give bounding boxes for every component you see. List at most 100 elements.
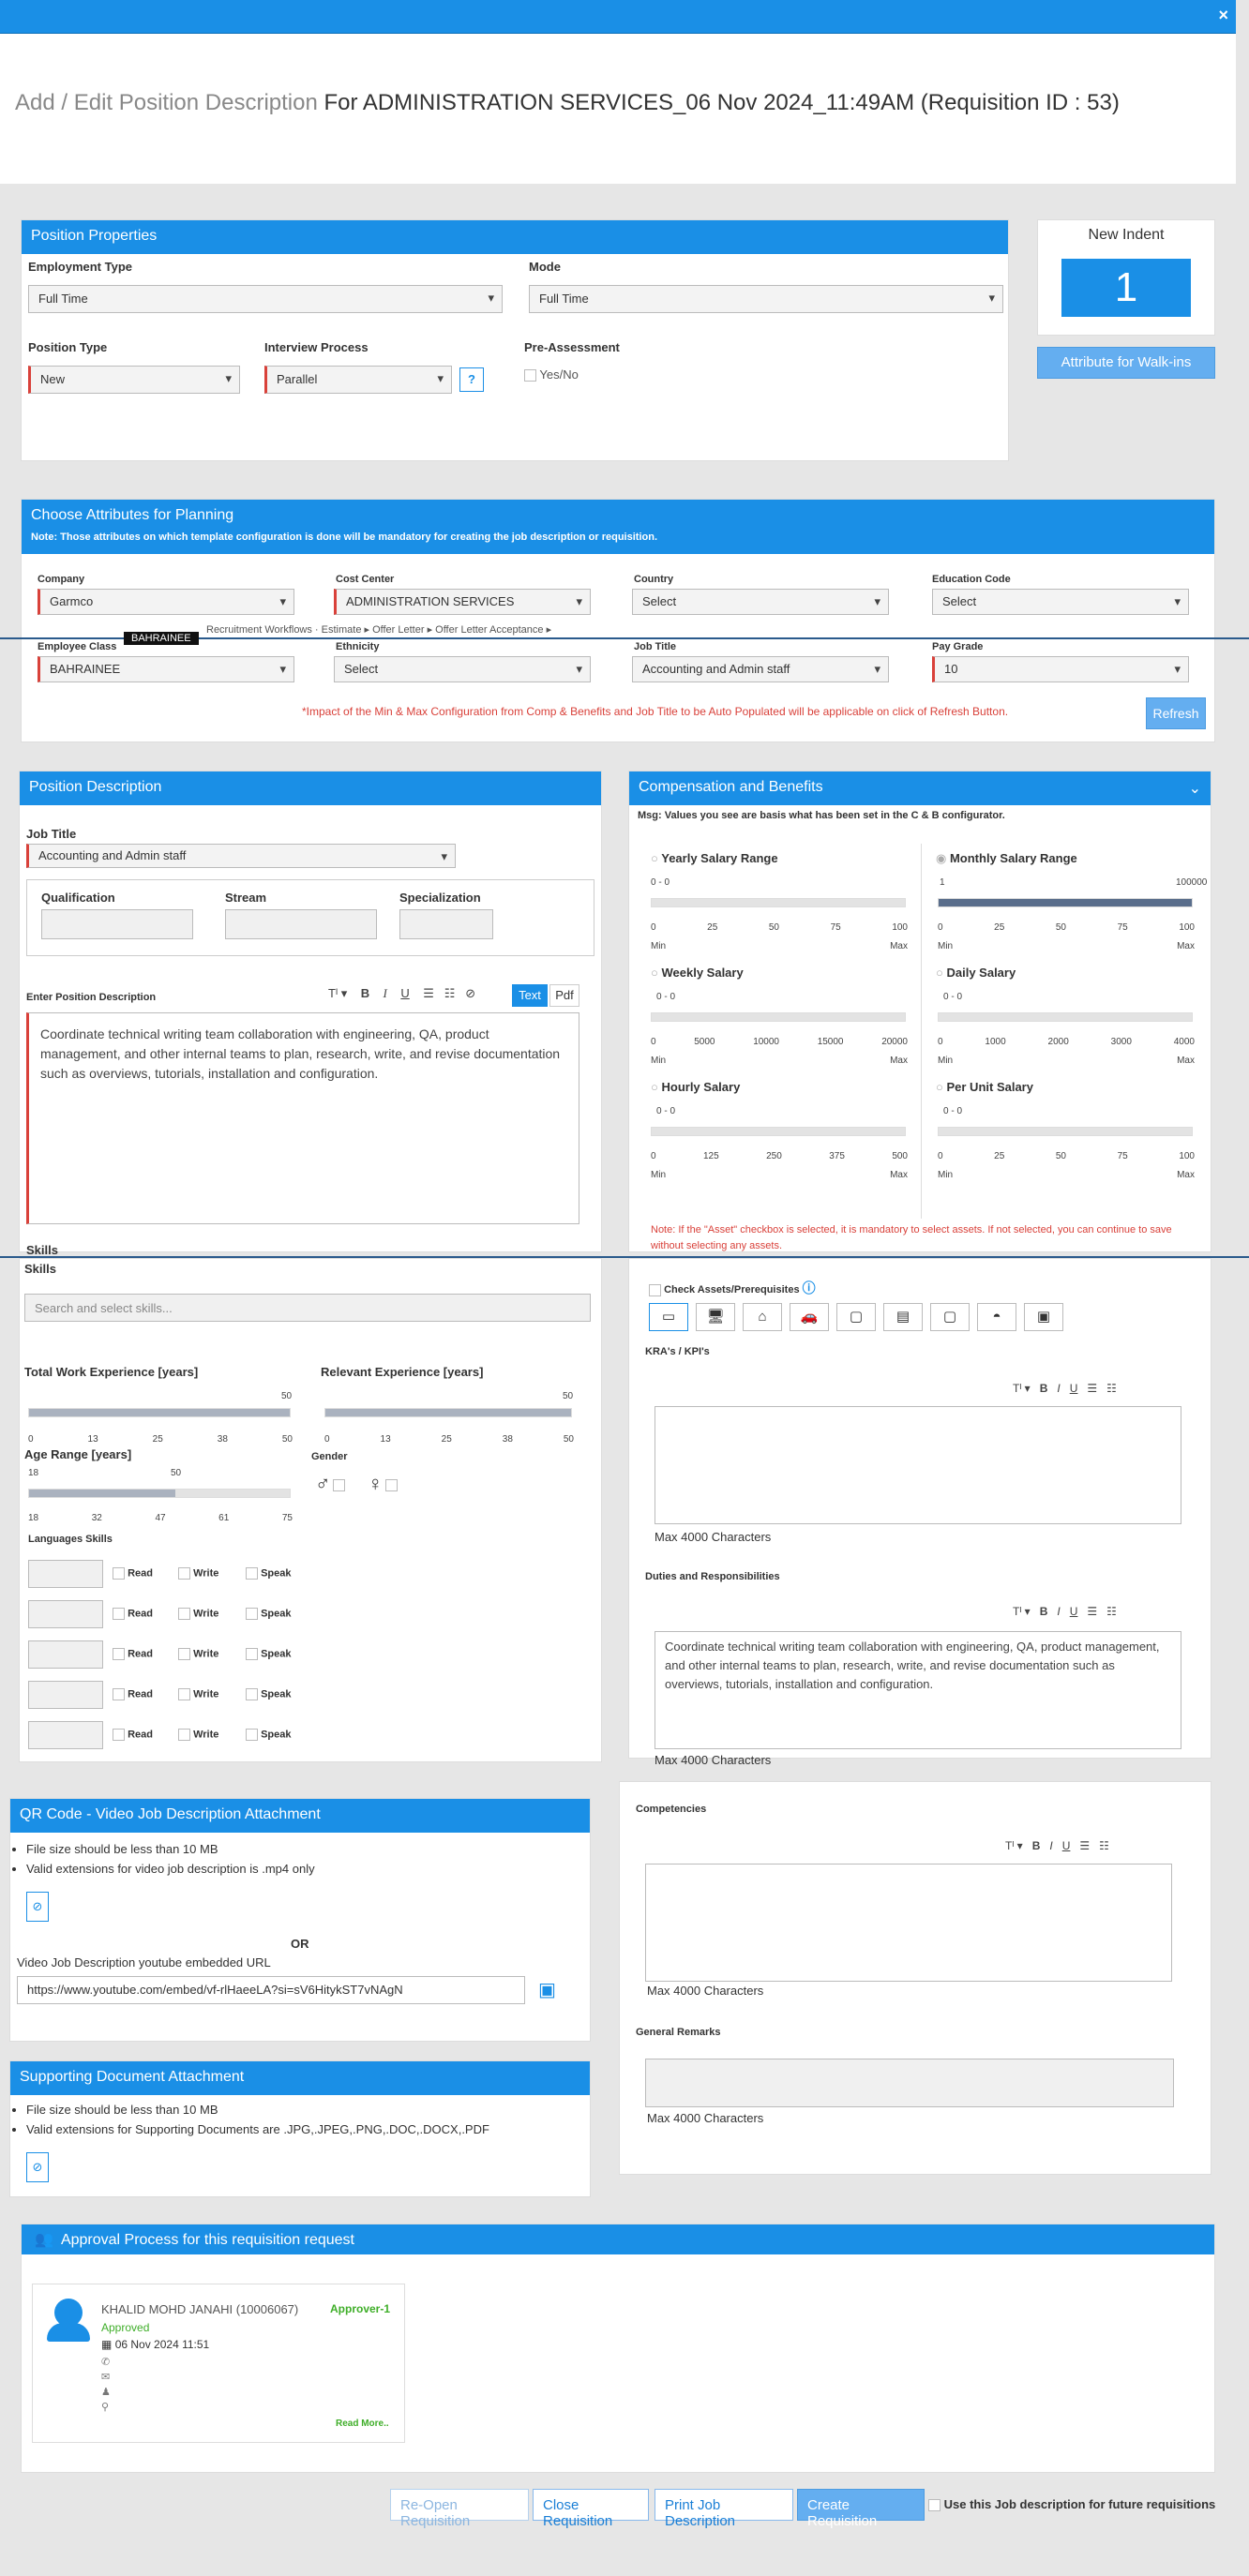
attach-icon[interactable]: ⊘ — [465, 986, 475, 1000]
tablet-icon[interactable]: ▢ — [836, 1303, 876, 1331]
read-checkbox[interactable]: Read — [113, 1608, 153, 1620]
attach-document-button[interactable]: ⊘ — [26, 2152, 49, 2182]
per-unit-ticks: 0 25 50 75 100 — [938, 1151, 1195, 1161]
italic-icon[interactable]: I — [384, 986, 387, 1000]
mode-select[interactable]: Full Time — [529, 285, 1003, 313]
bold-icon[interactable]: B — [361, 986, 369, 1000]
speak-checkbox[interactable]: Speak — [246, 1567, 291, 1580]
house-icon[interactable]: ⌂ — [743, 1303, 782, 1331]
position-description-textarea[interactable]: Coordinate technical writing team collab… — [26, 1012, 579, 1224]
male-icon[interactable]: ♂ — [315, 1472, 345, 1496]
job-title-select[interactable]: Accounting and Admin staff — [26, 844, 456, 868]
language-input[interactable] — [28, 1721, 103, 1749]
education-select[interactable]: Select — [932, 589, 1189, 615]
company-select[interactable]: Garmco — [38, 589, 294, 615]
youtube-save-icon[interactable]: ▣ — [538, 1978, 556, 2001]
desktop-icon[interactable]: 🖥 — [696, 1303, 735, 1331]
car-icon[interactable]: 🚗 — [790, 1303, 829, 1331]
stream-input[interactable] — [225, 909, 377, 939]
future-use-checkbox[interactable]: Use this Job description for future requ… — [928, 2497, 1215, 2512]
read-more-link[interactable]: Read More.. — [336, 2419, 389, 2429]
write-checkbox[interactable]: Write — [178, 1608, 218, 1620]
headset-icon[interactable]: ◓ — [977, 1303, 1016, 1331]
pay-grade-select[interactable]: 10 — [932, 656, 1189, 682]
specialization-input[interactable] — [399, 909, 493, 939]
bullet-list-icon[interactable]: ☰ — [423, 986, 434, 1000]
write-checkbox[interactable]: Write — [178, 1567, 218, 1580]
total-exp-slider[interactable] — [28, 1408, 291, 1417]
language-input[interactable] — [28, 1681, 103, 1709]
close-requisition-button[interactable]: Close Requisition — [533, 2489, 649, 2529]
language-input[interactable] — [28, 1560, 103, 1588]
duties-textarea[interactable]: Coordinate technical writing team collab… — [655, 1631, 1181, 1749]
daily-slider[interactable] — [938, 1012, 1193, 1022]
monthly-max-value: 100000 — [1176, 877, 1208, 888]
employee-class-select[interactable]: BAHRAINEE — [38, 656, 294, 682]
attribute-walkins-button[interactable]: Attribute for Walk-ins — [1037, 347, 1215, 379]
pdf-mode-button[interactable]: Pdf — [549, 984, 579, 1007]
font-size-icon[interactable]: Tᴵ ▾ — [328, 986, 347, 1000]
speak-checkbox[interactable]: Speak — [246, 1688, 291, 1700]
skills-panel — [19, 1258, 602, 1762]
numbered-list-icon[interactable]: ☷ — [444, 986, 456, 1000]
qualification-input[interactable] — [41, 909, 193, 939]
check-assets-checkbox[interactable]: Check Assets/Prerequisites ⓘ — [649, 1279, 816, 1297]
ethnicity-select[interactable]: Select — [334, 656, 591, 682]
hourly-slider[interactable] — [651, 1127, 906, 1136]
text-mode-button[interactable]: Text — [512, 984, 548, 1007]
female-icon[interactable]: ♀ — [368, 1472, 398, 1496]
reopen-requisition-button[interactable]: Re-Open Requisition — [390, 2489, 529, 2529]
youtube-url-input[interactable]: https://www.youtube.com/embed/vf-rlHaeeL… — [17, 1976, 525, 2004]
collapse-chevron-icon[interactable]: ⌄ — [1189, 779, 1201, 798]
yearly-slider[interactable] — [651, 898, 906, 907]
hourly-salary-radio[interactable]: ○ Hourly Salary — [651, 1080, 740, 1094]
speak-checkbox[interactable]: Speak — [246, 1648, 291, 1660]
refresh-button[interactable]: Refresh — [1146, 697, 1206, 729]
competencies-max-note: Max 4000 Characters — [647, 1984, 764, 1998]
weekly-slider[interactable] — [651, 1012, 906, 1022]
per-unit-slider[interactable] — [938, 1127, 1193, 1136]
print-job-description-button[interactable]: Print Job Description — [655, 2489, 793, 2529]
read-checkbox[interactable]: Read — [113, 1729, 153, 1741]
country-select[interactable]: Select — [632, 589, 889, 615]
attach-video-button[interactable]: ⊘ — [26, 1892, 49, 1922]
info-icon[interactable]: ⓘ — [803, 1281, 816, 1295]
job-title-attr-select[interactable]: Accounting and Admin staff — [632, 656, 889, 682]
monthly-salary-radio[interactable]: ◉ Monthly Salary Range — [936, 851, 1077, 866]
write-checkbox[interactable]: Write — [178, 1729, 218, 1741]
language-input[interactable] — [28, 1600, 103, 1628]
general-remarks-input[interactable] — [645, 2059, 1174, 2107]
monthly-slider[interactable] — [938, 898, 1193, 907]
monitor-icon[interactable]: ▢ — [930, 1303, 970, 1331]
cost-center-select[interactable]: ADMINISTRATION SERVICES — [334, 589, 591, 615]
speak-checkbox[interactable]: Speak — [246, 1608, 291, 1620]
competencies-textarea[interactable] — [645, 1864, 1172, 1982]
pre-assessment-checkbox[interactable]: Yes/No — [524, 367, 579, 382]
approval-header: 👥 Approval Process for this requisition … — [22, 2224, 1214, 2254]
kra-textarea[interactable] — [655, 1406, 1181, 1524]
age-slider[interactable] — [28, 1489, 291, 1498]
relevant-exp-slider[interactable] — [324, 1408, 572, 1417]
read-checkbox[interactable]: Read — [113, 1567, 153, 1580]
write-checkbox[interactable]: Write — [178, 1648, 218, 1660]
underline-icon[interactable]: U — [400, 986, 409, 1000]
card-icon[interactable]: ▤ — [883, 1303, 923, 1331]
language-input[interactable] — [28, 1640, 103, 1669]
close-icon[interactable]: × — [1218, 6, 1228, 25]
interview-process-select[interactable]: Parallel — [264, 366, 452, 394]
position-type-select[interactable]: New — [28, 366, 240, 394]
create-requisition-button[interactable]: Create Requisition — [797, 2489, 925, 2529]
per-unit-salary-radio[interactable]: ○ Per Unit Salary — [936, 1080, 1033, 1094]
printer-icon[interactable]: ▣ — [1024, 1303, 1063, 1331]
read-checkbox[interactable]: Read — [113, 1688, 153, 1700]
yearly-salary-radio[interactable]: ○ Yearly Salary Range — [651, 851, 778, 865]
read-checkbox[interactable]: Read — [113, 1648, 153, 1660]
laptop-icon[interactable]: ▭ — [649, 1303, 688, 1331]
write-checkbox[interactable]: Write — [178, 1688, 218, 1700]
weekly-salary-radio[interactable]: ○ Weekly Salary — [651, 966, 744, 980]
daily-salary-radio[interactable]: ○ Daily Salary — [936, 966, 1016, 980]
help-button[interactable]: ? — [459, 367, 484, 392]
speak-checkbox[interactable]: Speak — [246, 1729, 291, 1741]
skills-search-input[interactable]: Search and select skills... — [24, 1294, 591, 1322]
employment-type-select[interactable]: Full Time — [28, 285, 503, 313]
